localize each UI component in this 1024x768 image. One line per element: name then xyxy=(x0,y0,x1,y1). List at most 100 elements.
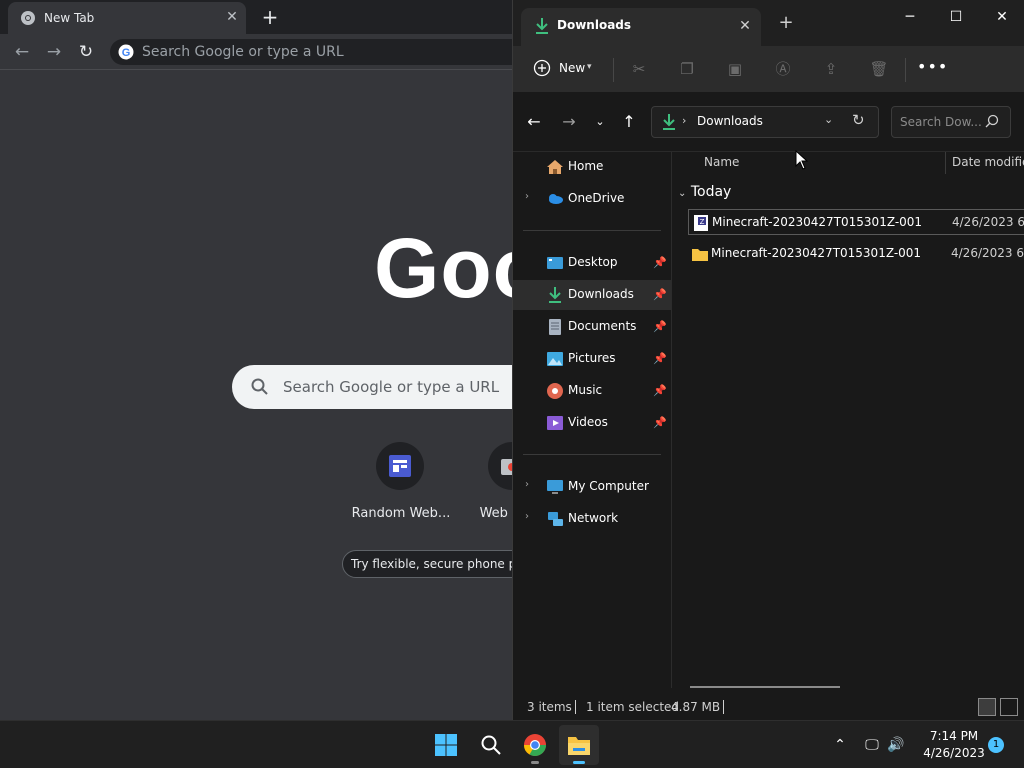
nav-item-network[interactable]: › Network xyxy=(513,504,671,534)
network-status-icon[interactable]: 🖵 xyxy=(862,735,882,755)
new-button[interactable]: New ▾ xyxy=(531,56,601,82)
up-icon[interactable]: ↑ xyxy=(618,111,640,133)
file-row-zip[interactable]: Z Minecraft-20230427T015301Z-001 4/26/20… xyxy=(688,209,1024,235)
file-date: 4/26/2023 6:53 PM xyxy=(952,215,1024,229)
column-resize-handle[interactable] xyxy=(945,152,946,174)
rename-icon[interactable]: Ⓐ xyxy=(771,57,795,81)
videos-icon xyxy=(547,416,563,430)
details-view-icon[interactable] xyxy=(978,698,996,716)
search-icon xyxy=(985,114,999,128)
nav-item-pictures[interactable]: Pictures 📌 xyxy=(513,344,671,374)
forward-icon[interactable]: → xyxy=(42,40,66,64)
reload-icon[interactable]: ↻ xyxy=(74,40,98,64)
taskbar-chrome-button[interactable] xyxy=(515,725,555,765)
pin-icon[interactable]: 📌 xyxy=(653,416,667,429)
pictures-icon xyxy=(547,352,563,366)
chevron-right-icon[interactable]: › xyxy=(525,511,529,522)
chevron-up-icon[interactable]: ⌃ xyxy=(830,735,850,755)
window-close-icon[interactable]: ✕ xyxy=(979,2,1024,32)
address-text[interactable]: Downloads xyxy=(697,114,763,128)
clock-date[interactable]: 4/26/2023 xyxy=(918,746,990,760)
file-row-folder[interactable]: Minecraft-20230427T015301Z-001 4/26/2023… xyxy=(688,241,1024,267)
taskbar-explorer-button[interactable] xyxy=(559,725,599,765)
close-icon[interactable]: ✕ xyxy=(222,7,242,27)
cut-icon[interactable]: ✂ xyxy=(627,57,651,81)
maximize-icon[interactable]: ☐ xyxy=(933,2,979,32)
running-indicator xyxy=(573,761,585,764)
group-label: Today xyxy=(690,184,732,200)
volume-icon[interactable]: 🔊 xyxy=(886,735,906,755)
nav-item-downloads[interactable]: Downloads 📌 xyxy=(513,280,671,310)
chevron-right-icon[interactable]: › xyxy=(682,114,686,127)
taskbar: ⌃ 🖵 🔊 7:14 PM 4/26/2023 1 xyxy=(0,720,1024,768)
shortcut-tile xyxy=(376,442,424,490)
explorer-new-tab-button[interactable]: + xyxy=(775,12,797,34)
divider xyxy=(523,230,661,231)
close-icon[interactable]: ✕ xyxy=(735,16,755,36)
paste-icon[interactable]: ▣ xyxy=(723,57,747,81)
group-header-today[interactable]: ⌄ Today xyxy=(678,184,731,200)
zip-file-icon: Z xyxy=(694,215,708,231)
back-icon[interactable]: ← xyxy=(10,40,34,64)
column-name-header[interactable]: Name xyxy=(704,155,739,169)
notification-badge[interactable]: 1 xyxy=(988,737,1004,753)
chrome-tab-new-tab[interactable]: New Tab ✕ xyxy=(8,2,246,34)
clock-time[interactable]: 7:14 PM xyxy=(924,729,984,743)
column-date-header[interactable]: Date modified xyxy=(952,155,1024,169)
nav-item-my-computer[interactable]: › My Computer xyxy=(513,472,671,502)
taskbar-search-button[interactable] xyxy=(471,725,511,765)
new-button-label: New xyxy=(559,61,586,75)
more-options-icon[interactable]: ••• xyxy=(917,56,947,82)
nav-item-videos[interactable]: Videos 📌 xyxy=(513,408,671,438)
navigation-pane: Home › OneDrive Desktop 📌 Downloads 📌 Do… xyxy=(513,152,671,688)
nav-item-home[interactable]: Home xyxy=(513,152,671,182)
nav-item-label: Videos xyxy=(568,415,608,429)
copy-icon[interactable]: ❐ xyxy=(675,57,699,81)
nav-item-documents[interactable]: Documents 📌 xyxy=(513,312,671,342)
nav-item-music[interactable]: Music 📌 xyxy=(513,376,671,406)
status-bar: 3 items 1 item selected 4.87 MB xyxy=(513,688,1024,720)
new-tab-button[interactable]: + xyxy=(256,4,284,32)
file-name: Minecraft-20230427T015301Z-001 xyxy=(711,246,922,260)
desktop-icon xyxy=(547,257,563,269)
command-bar: New ▾ ✂ ❐ ▣ Ⓐ ⇪ 🗑 ••• xyxy=(513,46,1024,92)
refresh-icon[interactable]: ↻ xyxy=(852,111,865,129)
chrome-icon xyxy=(524,734,546,756)
column-header: Name Date modified xyxy=(672,152,1024,174)
shortcut-label: Random Web... xyxy=(351,506,451,521)
tiles-view-icon[interactable] xyxy=(1000,698,1018,716)
recent-locations-icon[interactable]: ⌄ xyxy=(589,111,611,133)
chevron-right-icon[interactable]: › xyxy=(525,479,529,490)
chevron-right-icon[interactable]: › xyxy=(525,191,529,202)
chrome-tab-title: New Tab xyxy=(44,11,95,25)
pin-icon[interactable]: 📌 xyxy=(653,288,667,301)
explorer-titlebar: Downloads ✕ + ─ ☐ ✕ xyxy=(513,0,1024,46)
chevron-down-icon[interactable]: ⌄ xyxy=(824,113,833,126)
address-bar[interactable]: › Downloads ⌄ ↻ xyxy=(651,106,879,138)
windows-logo-icon xyxy=(435,734,457,756)
cloud-icon xyxy=(549,194,563,204)
nav-item-label: Desktop xyxy=(568,255,618,269)
delete-icon[interactable]: 🗑 xyxy=(867,57,891,81)
search-icon xyxy=(251,378,268,395)
selection-size: 4.87 MB xyxy=(671,700,721,714)
pin-icon[interactable]: 📌 xyxy=(653,320,667,333)
pin-icon[interactable]: 📌 xyxy=(653,384,667,397)
explorer-search-input[interactable]: Search Dow... xyxy=(891,106,1011,138)
minimize-icon[interactable]: ─ xyxy=(887,2,933,32)
shortcut-random-web[interactable]: Random Web... xyxy=(346,442,456,532)
nav-item-onedrive[interactable]: › OneDrive xyxy=(513,184,671,214)
nav-item-desktop[interactable]: Desktop 📌 xyxy=(513,248,671,278)
file-name: Minecraft-20230427T015301Z-001 xyxy=(712,215,923,229)
pin-icon[interactable]: 📌 xyxy=(653,352,667,365)
document-icon xyxy=(549,319,561,335)
back-icon[interactable]: ← xyxy=(523,111,545,133)
pin-icon[interactable]: 📌 xyxy=(653,256,667,269)
share-icon[interactable]: ⇪ xyxy=(819,57,843,81)
divider xyxy=(905,58,906,82)
forward-icon[interactable]: → xyxy=(558,111,580,133)
divider xyxy=(523,454,661,455)
address-row: ← → ⌄ ↑ › Downloads ⌄ ↻ Search Dow... xyxy=(513,92,1024,152)
start-button[interactable] xyxy=(426,725,466,765)
explorer-tab-downloads[interactable]: Downloads ✕ xyxy=(521,8,761,46)
